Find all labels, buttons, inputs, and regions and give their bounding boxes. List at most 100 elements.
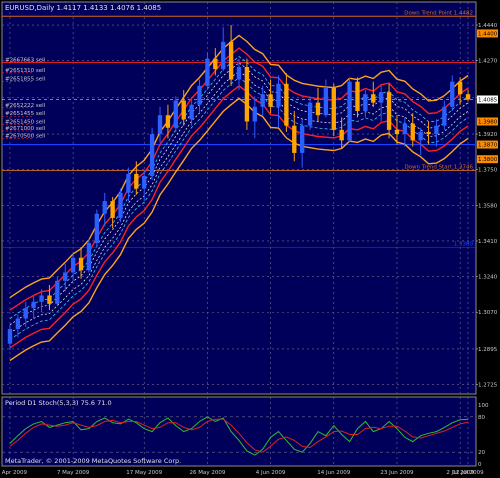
- candle-body-1: [15, 318, 21, 330]
- candle-body-21: [173, 100, 178, 128]
- price-tick-label-7: 1.3240: [478, 275, 498, 281]
- candle-body-12: [102, 201, 107, 214]
- level-label-1: Down Trend Start 1.3746: [404, 165, 473, 171]
- candle-body-25: [205, 58, 210, 86]
- time-tick-label-4: 4 Jun 2009: [256, 470, 286, 476]
- order-label-3: #2652222 sell: [5, 103, 46, 109]
- stoch-tick-label-3: 0: [478, 462, 482, 468]
- candle-body-17: [142, 175, 147, 189]
- price-tick-label-3: 1.3920: [478, 132, 498, 138]
- candle-body-52: [418, 131, 423, 141]
- price-tick-label-1: 1.4270: [478, 59, 498, 65]
- order-label-6: #2671000 sell: [5, 126, 46, 132]
- candle-body-3: [31, 301, 36, 309]
- price-label-0: 1.4400: [478, 31, 498, 37]
- candle-body-24: [197, 85, 202, 105]
- stoch-title: Period D1 Stoch(5,3,3) 75.6 71.0: [5, 399, 112, 407]
- level-label-0: Down Trend Point 1.4482: [404, 10, 473, 16]
- candle-body-27: [221, 41, 226, 70]
- candle-body-44: [355, 81, 360, 112]
- level-label-2: 1.3380: [454, 241, 474, 247]
- price-label-1: 1.4085: [478, 97, 498, 103]
- stoch-tick-label-0: 100: [478, 403, 489, 409]
- candle-body-53: [426, 131, 431, 135]
- candle-body-31: [252, 106, 257, 122]
- candle-body-42: [339, 129, 344, 141]
- candle-body-48: [386, 92, 392, 130]
- candle-body-26: [213, 58, 218, 70]
- candle-body-36: [292, 125, 297, 153]
- price-tick-label-5: 1.3580: [478, 203, 498, 209]
- price-chart[interactable]: Down Trend Point 1.4482 Down Trend Start …: [0, 0, 500, 478]
- candle-body-58: [465, 94, 471, 100]
- candle-body-57: [457, 81, 463, 95]
- candle-body-56: [450, 81, 455, 107]
- candle-body-22: [181, 100, 186, 120]
- price-tick-label-6: 1.3410: [478, 239, 498, 245]
- candle-body-20: [165, 115, 171, 128]
- candle-body-28: [228, 41, 234, 80]
- candle-body-43: [347, 81, 352, 141]
- price-label-3: 1.3870: [478, 143, 498, 149]
- candle-body-49: [394, 129, 400, 135]
- candle-body-18: [149, 134, 155, 176]
- candle-body-55: [442, 106, 447, 126]
- order-label-7: #2670500 sell: [5, 133, 46, 139]
- candle-body-50: [402, 123, 408, 135]
- candle-body-19: [157, 115, 163, 135]
- order-label-4: #2651455 sell: [5, 111, 46, 117]
- candle-body-15: [126, 173, 131, 193]
- candle-body-46: [371, 94, 376, 103]
- candle-body-13: [110, 201, 115, 218]
- time-tick-label-5: 14 Jun 2009: [317, 470, 351, 476]
- time-tick-label-8: 12 Jul 2009: [452, 470, 484, 476]
- candle-body-11: [94, 213, 100, 244]
- time-tick-label-2: 17 May 2009: [126, 470, 162, 476]
- candle-body-54: [434, 125, 439, 135]
- candle-body-23: [189, 104, 194, 120]
- order-label-5: #2651450 sell: [5, 120, 46, 126]
- time-tick-label-3: 26 May 2009: [189, 470, 225, 476]
- candle-body-34: [276, 83, 281, 107]
- candle-body-4: [39, 295, 44, 302]
- order-label-0: #2667663 sell: [5, 57, 46, 63]
- candle-body-10: [86, 243, 92, 271]
- candle-body-6: [55, 280, 60, 304]
- candle-body-45: [363, 94, 368, 112]
- time-tick-label-6: 23 Jun 2009: [380, 470, 414, 476]
- candle-body-14: [118, 192, 123, 218]
- candle-body-5: [47, 295, 52, 304]
- price-label-4: 1.3800: [478, 157, 498, 163]
- candle-body-39: [315, 102, 321, 116]
- price-tick-label-8: 1.3070: [478, 310, 498, 316]
- candle-body-29: [236, 66, 242, 80]
- candle-body-37: [300, 125, 305, 153]
- candle-body-8: [70, 257, 76, 273]
- candle-body-47: [378, 92, 384, 103]
- candle-body-38: [307, 102, 313, 126]
- copyright-footer: MetaTrader, © 2001-2009 MetaQuotes Softw…: [5, 457, 181, 465]
- order-label-1: #2651310 sell: [5, 68, 46, 74]
- candle-body-51: [410, 123, 415, 141]
- candle-body-35: [284, 83, 289, 126]
- candle-body-2: [23, 308, 28, 319]
- stoch-tick-label-2: 20: [478, 450, 485, 456]
- candle-body-40: [323, 87, 329, 116]
- time-tick-label-1: 7 May 2009: [57, 470, 90, 476]
- time-tick-label-0: 28 Apr 2009: [0, 470, 27, 476]
- candle-body-41: [331, 87, 336, 130]
- candle-body-0: [7, 329, 13, 344]
- price-label-2: 1.3980: [478, 119, 498, 125]
- candle-body-33: [268, 94, 273, 107]
- candle-body-30: [244, 66, 250, 122]
- price-tick-label-9: 1.2895: [478, 347, 498, 353]
- candle-body-32: [260, 94, 265, 107]
- candle-body-16: [134, 173, 139, 189]
- stoch-tick-label-1: 80: [478, 415, 485, 421]
- price-tick-label-4: 1.3750: [478, 168, 498, 174]
- candle-body-7: [63, 272, 68, 281]
- price-tick-label-10: 1.2725: [478, 383, 498, 389]
- price-tick-label-0: 1.4440: [478, 23, 498, 29]
- candle-body-9: [78, 257, 84, 271]
- chart-title: EURUSD,Daily 1.4117 1.4133 1.4076 1.4085: [5, 4, 161, 12]
